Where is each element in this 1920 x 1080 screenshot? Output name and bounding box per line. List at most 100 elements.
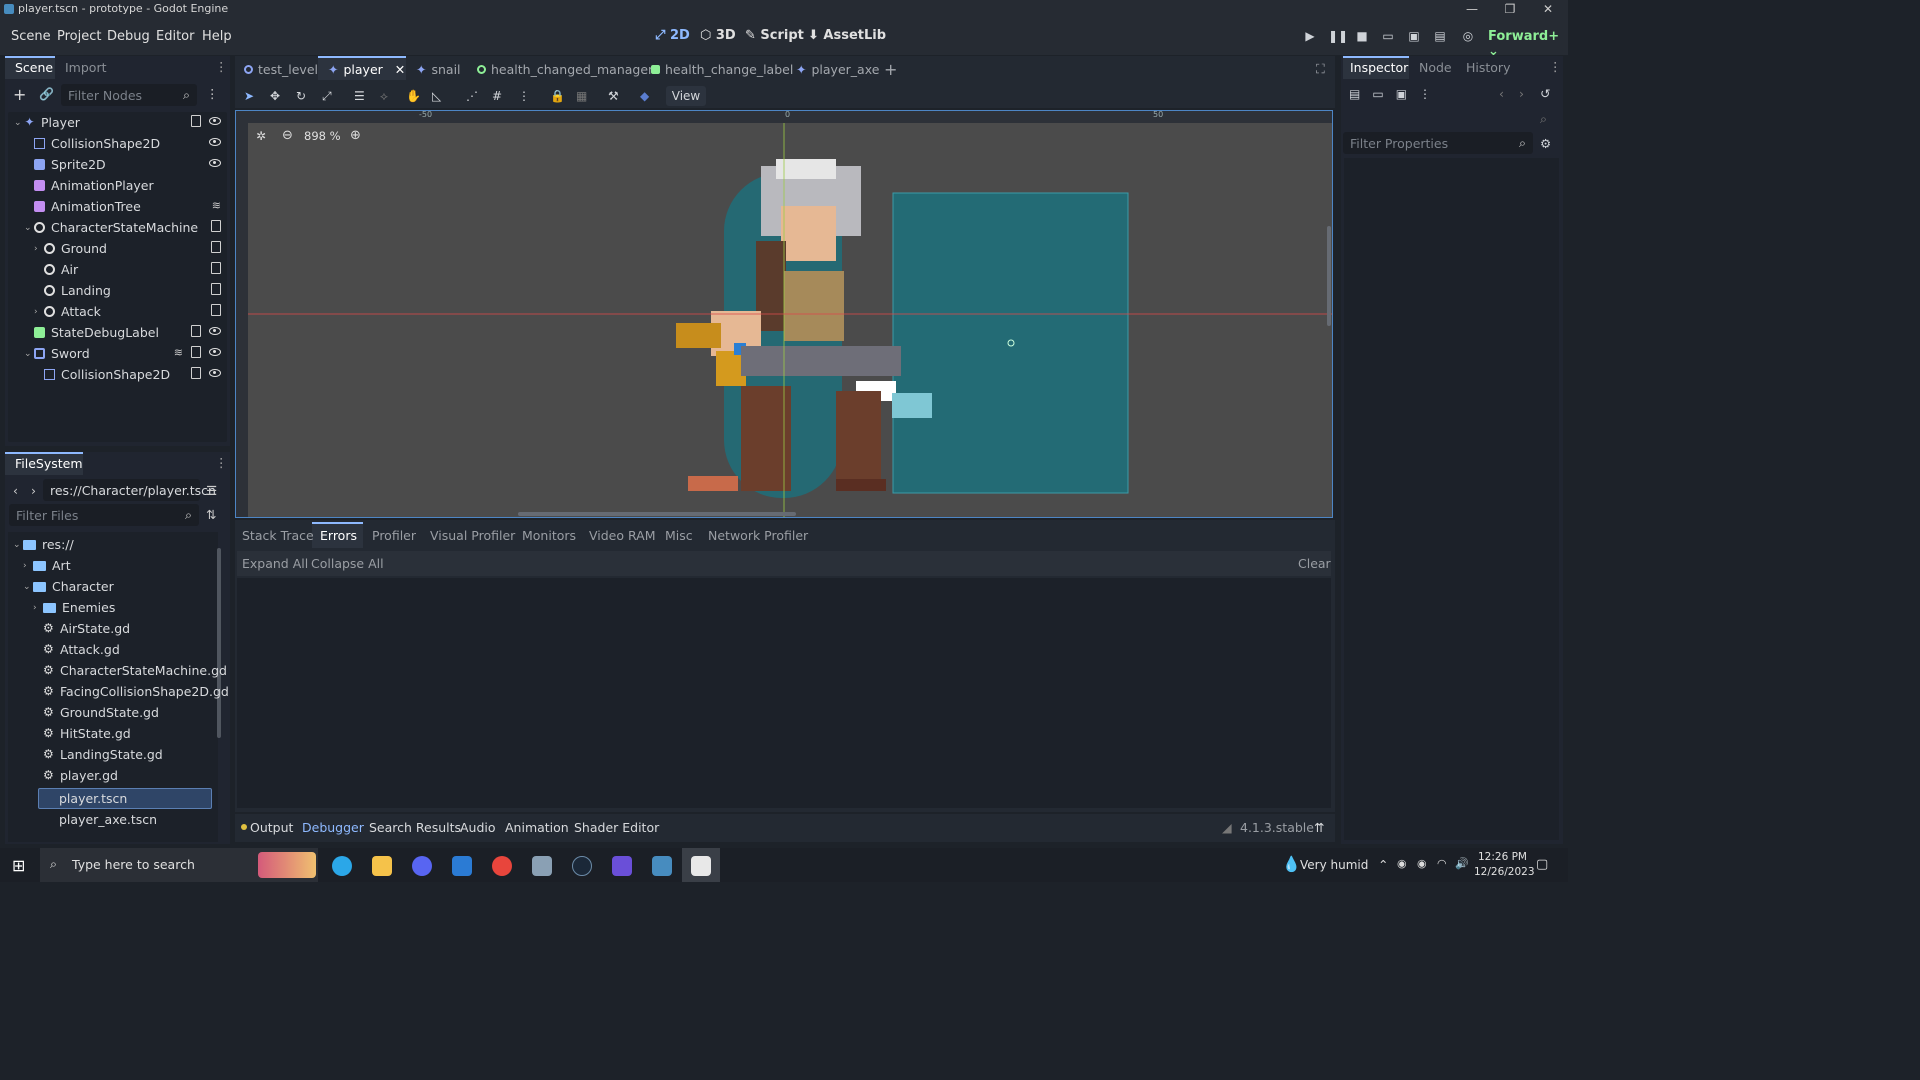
link-icon[interactable]: 🔗 — [39, 87, 54, 101]
new-resource-icon[interactable]: ▤ — [1349, 87, 1360, 101]
menu-help[interactable]: Help — [202, 29, 232, 44]
tab-audio[interactable]: Audio — [460, 820, 496, 835]
close-window-button[interactable]: ✕ — [1529, 0, 1567, 19]
filter-nodes-input[interactable]: Filter Nodes ⌕ — [61, 84, 197, 106]
visibility-icon[interactable] — [209, 369, 221, 377]
fs-item-character[interactable]: ⌄ Character — [23, 576, 114, 597]
fs-item-player-tscn[interactable]: player.tscn — [43, 788, 127, 809]
remote-debug-icon[interactable]: ▭ — [1380, 29, 1396, 45]
movie-maker-icon[interactable]: ◎ — [1460, 29, 1476, 45]
fs-item-characterstatemachine[interactable]: ⚙ CharacterStateMachine.gd — [43, 660, 227, 681]
mode-2d-button[interactable]: ⤢ 2D — [655, 28, 690, 43]
sort-icon[interactable]: ⇅ — [206, 507, 216, 522]
play-custom-scene-icon[interactable]: ▤ — [1432, 29, 1448, 45]
fs-item-res[interactable]: ⌄ res:// — [13, 534, 74, 555]
pan-tool-icon[interactable]: ✋ — [406, 89, 432, 103]
fs-item-attack[interactable]: ⚙ Attack.gd — [43, 639, 120, 660]
forward-icon[interactable]: › — [31, 483, 36, 498]
filter-files-input[interactable]: Filter Files ⌕ — [9, 504, 199, 526]
steam-icon[interactable] — [572, 856, 592, 876]
fs-item-art[interactable]: › Art — [23, 555, 71, 576]
menu-editor[interactable]: Editor — [156, 29, 194, 44]
distraction-free-icon[interactable]: ⛶ — [1316, 58, 1325, 80]
fs-item-player-gd[interactable]: ⚙ player.gd — [43, 765, 118, 786]
tray-icon-1[interactable]: ◉ — [1397, 857, 1407, 870]
collapse-all-button[interactable]: Collapse All — [311, 556, 384, 571]
tab-history[interactable]: History — [1466, 60, 1510, 75]
tab-errors[interactable]: Errors — [320, 528, 357, 543]
expand-panel-icon[interactable]: ⇈ — [1314, 820, 1324, 835]
media-icon[interactable] — [612, 856, 632, 876]
notifications-icon[interactable]: ▢ — [1536, 857, 1548, 872]
stop-icon[interactable]: ■ — [1354, 29, 1370, 45]
save-resource-icon[interactable]: ▣ — [1396, 87, 1407, 101]
mode-3d-button[interactable]: ⬡ 3D — [700, 28, 736, 43]
mode-script-button[interactable]: ✎ Script — [745, 28, 804, 43]
tree-node-player[interactable]: ⌄ ✦ Player — [14, 112, 229, 133]
lock-icon[interactable]: 🔒 — [550, 89, 576, 103]
visibility-icon[interactable] — [209, 138, 221, 146]
fs-item-groundstate[interactable]: ⚙ GroundState.gd — [43, 702, 159, 723]
chrome-icon[interactable] — [492, 856, 512, 876]
tab-inspector[interactable]: Inspector — [1350, 60, 1408, 75]
signal-icon[interactable]: ≋ — [212, 199, 221, 212]
smart-snap-icon[interactable]: ⋰ — [466, 89, 492, 103]
volume-icon[interactable]: 🔊 — [1455, 857, 1469, 870]
tab-profiler[interactable]: Profiler — [372, 528, 416, 543]
tab-health-changed-manager[interactable]: health_changed_manager — [477, 58, 653, 80]
dock-menu-icon[interactable]: ⋮ — [215, 59, 228, 74]
visibility-icon[interactable] — [209, 348, 221, 356]
tab-search-results[interactable]: Search Results — [369, 820, 461, 835]
view-menu-button[interactable]: View — [666, 86, 706, 106]
fs-item-airstate[interactable]: ⚙ AirState.gd — [43, 618, 130, 639]
list-tool-icon[interactable]: ☰ — [354, 89, 380, 103]
edge-icon[interactable] — [332, 856, 352, 876]
script-icon[interactable] — [211, 304, 221, 316]
visibility-icon[interactable] — [209, 327, 221, 335]
object-history-icon[interactable]: ↺ — [1540, 86, 1550, 101]
history-back-icon[interactable]: ‹ — [1499, 86, 1504, 101]
fs-item-landingstate[interactable]: ⚙ LandingState.gd — [43, 744, 163, 765]
menu-debug[interactable]: Debug — [107, 29, 150, 44]
tree-node-collisionshape2d[interactable]: CollisionShape2D — [24, 133, 239, 154]
tray-icon-2[interactable]: ◉ — [1417, 857, 1427, 870]
tab-import[interactable]: Import — [65, 60, 107, 75]
add-tab-icon[interactable]: + — [884, 58, 897, 80]
rotate-tool-icon[interactable]: ↻ — [296, 89, 322, 103]
tree-node-characterstatemachine[interactable]: ⌄ CharacterStateMachine — [24, 217, 239, 238]
path-field[interactable]: res://Character/player.tscn — [43, 479, 216, 501]
tree-node-sword-collisionshape2d[interactable]: CollisionShape2D — [34, 364, 239, 385]
maximize-button[interactable]: ❐ — [1491, 0, 1529, 19]
fs-item-facingcollisionshape[interactable]: ⚙ FacingCollisionShape2D.gd — [43, 681, 229, 702]
window-app-icon[interactable] — [691, 856, 711, 876]
clear-button[interactable]: Clear — [1298, 556, 1331, 571]
group-icon[interactable]: ▦ — [576, 89, 608, 103]
script-icon[interactable] — [191, 115, 201, 127]
tab-node[interactable]: Node — [1419, 60, 1452, 75]
tree-node-landing[interactable]: Landing — [34, 280, 239, 301]
renderer-select[interactable]: Forward+ ⌄ — [1488, 29, 1568, 59]
camera-icon[interactable]: ◆ — [640, 89, 666, 103]
tab-animation[interactable]: Animation — [505, 820, 569, 835]
visibility-icon[interactable] — [209, 159, 221, 167]
app-icon[interactable] — [452, 856, 472, 876]
script-icon[interactable] — [211, 283, 221, 295]
fs-item-hitstate[interactable]: ⚙ HitState.gd — [43, 723, 131, 744]
wifi-icon[interactable]: ◠ — [1437, 857, 1447, 870]
history-forward-icon[interactable]: › — [1519, 86, 1524, 101]
weather-text[interactable]: Very humid — [1300, 858, 1368, 872]
back-icon[interactable]: ‹ — [13, 483, 18, 498]
menu-scene[interactable]: Scene — [11, 29, 51, 44]
expand-all-button[interactable]: Expand All — [242, 556, 308, 571]
tab-misc[interactable]: Misc — [665, 528, 693, 543]
menu-project[interactable]: Project — [57, 29, 101, 44]
resource-menu-icon[interactable]: ⋮ — [1419, 87, 1431, 101]
ruler-tool-icon[interactable]: ◺ — [432, 89, 466, 103]
mode-assetlib-button[interactable]: ⬇ AssetLib — [808, 28, 886, 43]
script-icon[interactable] — [191, 325, 201, 337]
scale-tool-icon[interactable]: ⤢ — [322, 89, 354, 104]
tree-node-attack[interactable]: › Attack — [34, 301, 239, 322]
script-icon[interactable] — [191, 367, 201, 379]
tree-node-animationplayer[interactable]: AnimationPlayer — [24, 175, 239, 196]
canvas-viewport[interactable]: -50 0 50 ✲ ⊖ 898 % ⊕ — [235, 110, 1333, 518]
